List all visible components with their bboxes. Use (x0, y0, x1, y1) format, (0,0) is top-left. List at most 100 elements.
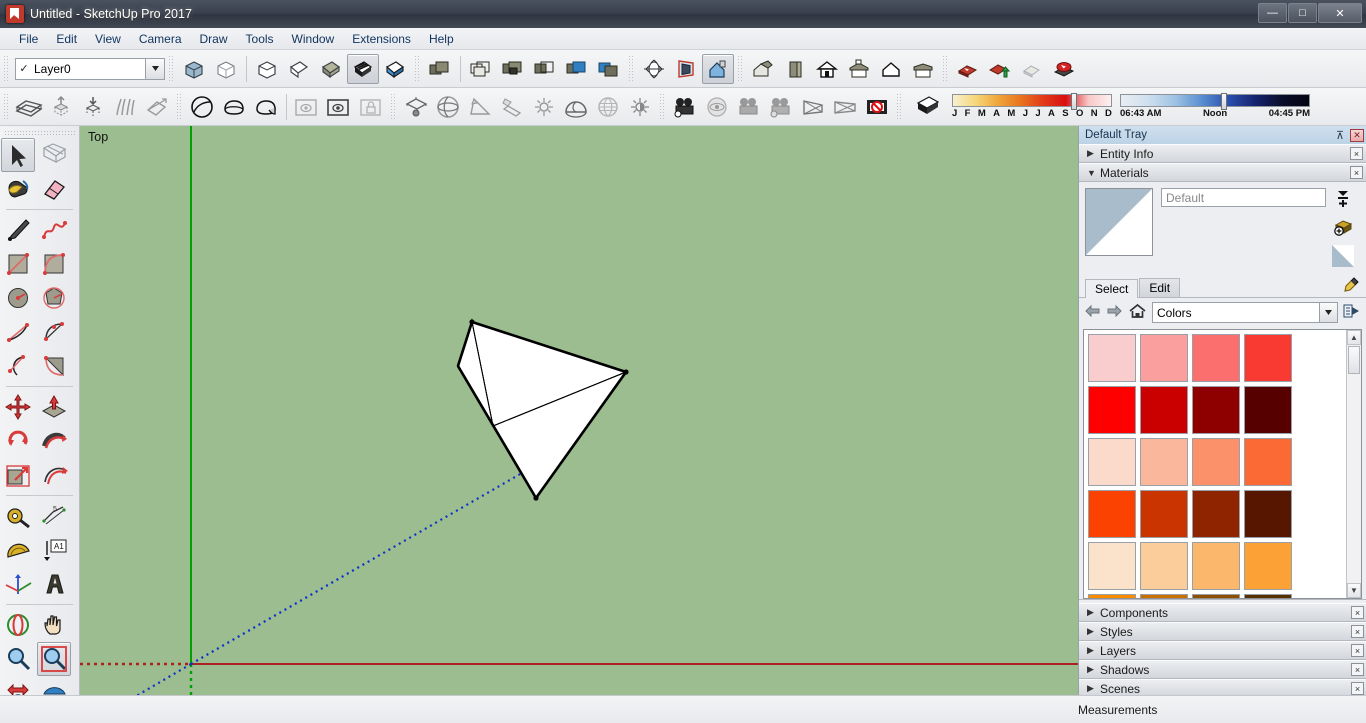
scroll-up-button[interactable]: ▲ (1347, 330, 1361, 345)
rotated-rectangle-tool[interactable] (37, 247, 71, 281)
half-sun-icon[interactable] (624, 92, 656, 122)
intersect-icon[interactable] (218, 92, 250, 122)
color-swatch[interactable] (1086, 384, 1138, 436)
three-d-text-tool[interactable] (37, 567, 71, 601)
material-name-field[interactable]: Default (1161, 188, 1326, 207)
toolbar-grip[interactable] (168, 54, 175, 83)
panel-close-icon[interactable]: × (1351, 644, 1364, 657)
color-swatch[interactable] (1138, 332, 1190, 384)
toolbar-grip[interactable] (896, 92, 903, 121)
panel-close-icon[interactable]: × (1350, 147, 1363, 160)
color-swatch[interactable] (1242, 384, 1294, 436)
extension-warehouse-icon[interactable] (1016, 54, 1048, 84)
panel-header-shadows[interactable]: ▶ Shadows × (1079, 660, 1366, 679)
union-icon[interactable] (250, 92, 282, 122)
time-slider-thumb[interactable] (1221, 93, 1227, 110)
aspect-ratio-icon[interactable] (797, 92, 829, 122)
color-swatch[interactable] (1242, 592, 1294, 598)
panel-close-icon[interactable]: × (1351, 625, 1364, 638)
menu-item-tools[interactable]: Tools (237, 30, 283, 48)
solid-union-icon[interactable] (561, 54, 593, 84)
color-swatch[interactable] (1190, 592, 1242, 598)
month-slider-thumb[interactable] (1071, 93, 1077, 110)
menu-item-camera[interactable]: Camera (130, 30, 191, 48)
shadow-settings-bar[interactable]: JFMAMJJASOND 06:43 AM Noon 04:45 PM (912, 92, 1310, 122)
color-swatch[interactable] (1138, 384, 1190, 436)
color-swatch[interactable] (1190, 384, 1242, 436)
palette-grip[interactable] (4, 130, 75, 136)
safe-frame-icon[interactable] (829, 92, 861, 122)
top-view-icon[interactable] (811, 54, 843, 84)
color-swatch[interactable] (1086, 592, 1138, 598)
library-selector[interactable]: Colors (1152, 302, 1338, 323)
offset-tool[interactable] (37, 458, 71, 492)
display-section-planes-icon[interactable] (465, 54, 497, 84)
collapsed-panels-list[interactable]: ▶ Components × ▶ Styles × ▶ Layers × ▶ Shadows × ▶ Sc… (1079, 603, 1366, 698)
tape-measure-tool[interactable] (1, 499, 35, 533)
polygon-tool[interactable] (37, 281, 71, 315)
show-frustum-icon[interactable] (765, 92, 797, 122)
color-swatch[interactable] (1138, 540, 1190, 592)
materials-panel-body[interactable]: Default Select Edit Colors ▲ ▼ (1079, 182, 1366, 600)
toolbar-row-1[interactable]: ✓ Layer0 (0, 50, 1366, 88)
arc-tool[interactable] (1, 315, 35, 349)
menu-bar[interactable]: File Edit View Camera Draw Tools Window Extensi… (0, 28, 1366, 50)
scale-tool[interactable] (1, 458, 35, 492)
shaded-texture-icon[interactable] (315, 54, 347, 84)
tab-select[interactable]: Select (1085, 279, 1139, 298)
color-swatch[interactable] (1086, 332, 1138, 384)
color-swatch[interactable] (1190, 488, 1242, 540)
photo-texture-icon[interactable] (291, 92, 323, 122)
material-action-icons[interactable] (1326, 188, 1360, 270)
section-plane-icon[interactable] (424, 54, 456, 84)
chevron-right-icon[interactable]: ▶ (1087, 664, 1100, 675)
panel-close-icon[interactable]: × (1350, 166, 1363, 179)
color-swatch[interactable] (1190, 436, 1242, 488)
forward-arrow-icon[interactable] (1106, 304, 1123, 321)
outer-shell-icon[interactable] (186, 92, 218, 122)
protractor-tool[interactable] (1, 533, 35, 567)
parallel-projection-icon[interactable] (702, 53, 734, 84)
reset-camera-icon[interactable] (861, 92, 893, 122)
scroll-down-button[interactable]: ▼ (1347, 583, 1361, 598)
zoom-window-tool[interactable] (37, 642, 71, 676)
3d-warehouse-icon[interactable] (952, 54, 984, 84)
model-canvas[interactable] (80, 126, 1078, 695)
pie-tool[interactable] (37, 349, 71, 383)
dimension-tool[interactable]: 5 (37, 499, 71, 533)
circle-tool[interactable] (1, 281, 35, 315)
eyedropper-icon[interactable] (1342, 276, 1366, 297)
perspective-icon[interactable] (670, 54, 702, 84)
pan-tool[interactable] (37, 608, 71, 642)
display-section-fill-icon[interactable] (529, 54, 561, 84)
lock-camera-icon[interactable] (733, 92, 765, 122)
sphere-icon[interactable] (432, 92, 464, 122)
default-material-icon[interactable] (1332, 245, 1354, 270)
frustum-icon[interactable] (496, 92, 528, 122)
left-view-icon[interactable] (907, 54, 939, 84)
color-swatch-grid-wrapper[interactable]: ▲ ▼ (1083, 329, 1362, 599)
xray-icon[interactable] (178, 54, 210, 84)
push-pull-tool[interactable] (37, 390, 71, 424)
left-tool-palette[interactable]: 5 A1 (0, 126, 80, 723)
drawing-viewport[interactable]: Top (80, 126, 1078, 695)
front-view-icon[interactable] (779, 54, 811, 84)
paint-bucket-tool[interactable] (1, 172, 35, 206)
panel-header-components[interactable]: ▶ Components × (1079, 603, 1366, 622)
lasso-select-tool[interactable] (37, 138, 71, 172)
menu-item-window[interactable]: Window (283, 30, 344, 48)
two-point-arc-tool[interactable] (37, 315, 71, 349)
current-material-swatch[interactable] (1085, 188, 1153, 256)
minimize-button[interactable]: — (1258, 3, 1287, 23)
time-slider[interactable]: 06:43 AM Noon 04:45 PM (1120, 93, 1310, 119)
color-swatch-grid[interactable] (1084, 330, 1296, 598)
shadow-settings-icon[interactable] (912, 92, 944, 122)
materials-tabs[interactable]: Select Edit (1079, 276, 1366, 298)
color-swatch[interactable] (1242, 488, 1294, 540)
chevron-down-icon[interactable]: ▼ (1087, 168, 1100, 178)
color-swatch[interactable] (1138, 592, 1190, 598)
globe-icon[interactable] (592, 92, 624, 122)
toolbar-grip[interactable] (659, 92, 666, 121)
chevron-right-icon[interactable]: ▶ (1087, 148, 1100, 159)
select-tool[interactable] (1, 138, 35, 172)
